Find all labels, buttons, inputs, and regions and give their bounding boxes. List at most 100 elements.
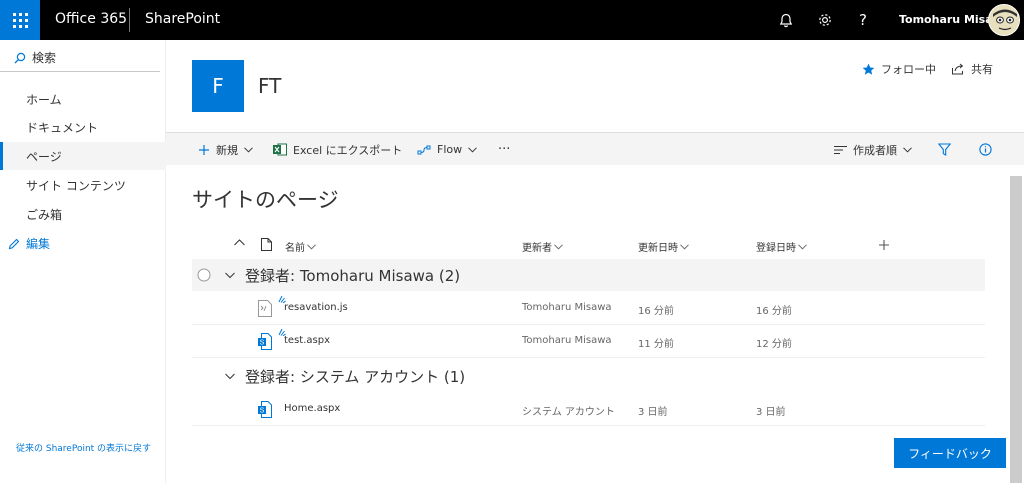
chevron-down-icon[interactable] [225, 373, 235, 380]
export-excel-button[interactable]: Excel にエクスポート [273, 133, 402, 166]
file-name-link[interactable]: Home.aspx [284, 403, 340, 414]
file-name-link[interactable]: resavation.js [284, 302, 348, 313]
settings-button[interactable] [815, 10, 835, 30]
name-column-header[interactable]: 名前 [285, 239, 316, 254]
excel-icon [273, 143, 287, 156]
chevron-down-icon [468, 146, 477, 153]
command-bar: 新規 Excel にエクスポート Flow ··· 作成者順 [166, 132, 1024, 165]
group-header[interactable]: 登録者: システム アカウント (1) [192, 360, 985, 392]
nav-item-label: ごみ箱 [26, 207, 63, 222]
modified-by-column-label: 更新者 [522, 243, 552, 254]
svg-text:S: S [260, 408, 265, 415]
suite-bar: Office 365 SharePoint ? Tomoharu Misawa [0, 0, 1024, 40]
sort-button[interactable]: 作成者順 [834, 133, 912, 166]
question-icon: ? [859, 11, 867, 29]
site-logo-letter: F [212, 74, 224, 98]
vertical-scrollbar[interactable] [1010, 176, 1022, 483]
modified-column-label: 更新日時 [638, 243, 678, 254]
chevron-up-icon [234, 239, 245, 246]
created-cell: 16 分前 [756, 306, 792, 317]
table-row[interactable]: resavation.js Tomoharu Misawa 16 分前 16 分… [192, 292, 985, 325]
new-button[interactable]: 新規 [198, 133, 253, 166]
collapse-all-button[interactable] [232, 239, 245, 246]
gear-icon [819, 14, 831, 26]
modified-by-cell[interactable]: Tomoharu Misawa [522, 335, 612, 346]
info-button[interactable] [979, 133, 998, 166]
group-header[interactable]: 登録者: Tomoharu Misawa (2) [192, 259, 985, 291]
search-input[interactable]: 検索 [0, 44, 160, 72]
edit-nav-link[interactable]: 編集 [8, 235, 50, 252]
site-logo[interactable]: F [192, 60, 244, 112]
flow-button[interactable]: Flow [417, 133, 477, 166]
notifications-button[interactable] [776, 10, 796, 30]
modified-column-header[interactable]: 更新日時 [638, 239, 689, 254]
sort-label: 作成者順 [853, 143, 897, 157]
modified-cell: 16 分前 [638, 306, 674, 317]
bell-icon [779, 13, 793, 27]
created-cell: 12 分前 [756, 339, 792, 350]
select-group-checkbox[interactable] [197, 268, 211, 282]
document-icon [261, 238, 272, 251]
nav-item-documents[interactable]: ドキュメント [0, 113, 166, 141]
site-title[interactable]: FT [258, 74, 281, 98]
table-row[interactable]: S Home.aspx システム アカウント 3 日前 3 日前 [192, 393, 985, 426]
return-to-classic-link[interactable]: 従来の SharePoint の表示に戻す [16, 444, 156, 455]
chevron-down-icon[interactable] [225, 272, 235, 279]
search-placeholder: 検索 [32, 51, 57, 65]
name-column-label: 名前 [285, 243, 305, 254]
plus-icon [879, 240, 889, 250]
svg-text:S: S [260, 340, 265, 347]
nav-item-label: ページ [26, 149, 62, 164]
code-file-icon [258, 300, 272, 317]
group-label: 登録者: システム アカウント (1) [245, 367, 466, 386]
app-launcher-button[interactable] [0, 0, 40, 40]
pencil-icon [8, 238, 20, 249]
filter-button[interactable] [938, 133, 957, 166]
info-icon [979, 143, 992, 156]
nav-item-recycle-bin[interactable]: ごみ箱 [0, 200, 166, 228]
created-cell: 3 日前 [756, 407, 786, 418]
help-button[interactable]: ? [853, 10, 873, 30]
follow-button[interactable]: フォロー中 [862, 61, 936, 77]
sharepoint-link[interactable]: SharePoint [145, 11, 220, 27]
share-icon [952, 63, 964, 75]
export-label: Excel にエクスポート [293, 143, 403, 157]
more-icon: ··· [498, 142, 511, 157]
star-icon [862, 63, 875, 75]
nav-item-label: ホーム [26, 92, 62, 107]
flow-icon [417, 145, 431, 154]
feedback-button[interactable]: フィードバック [894, 438, 1006, 468]
modified-by-cell[interactable]: Tomoharu Misawa [522, 302, 612, 313]
add-column-button[interactable] [876, 239, 890, 251]
share-button[interactable]: 共有 [951, 61, 993, 77]
share-label: 共有 [971, 63, 993, 76]
sharepoint-page-icon: S [258, 333, 272, 350]
flow-label: Flow [437, 143, 463, 156]
plus-icon [199, 144, 209, 155]
left-nav: 検索 ホーム ドキュメント ページ サイト コンテンツ ごみ箱 編集 従来の S… [0, 40, 166, 483]
chevron-down-icon [244, 146, 253, 153]
chevron-down-icon [798, 243, 807, 250]
chevron-down-icon [307, 243, 316, 250]
avatar[interactable] [988, 4, 1020, 36]
table-row[interactable]: S test.aspx Tomoharu Misawa 11 分前 12 分前 [192, 325, 985, 358]
created-column-header[interactable]: 登録日時 [756, 239, 807, 254]
file-type-column-header[interactable] [259, 238, 272, 251]
nav-item-label: サイト コンテンツ [26, 178, 126, 193]
modified-cell: 11 分前 [638, 339, 674, 350]
file-name-link[interactable]: test.aspx [284, 335, 330, 346]
nav-item-site-contents[interactable]: サイト コンテンツ [0, 171, 166, 199]
search-icon [14, 52, 26, 63]
nav-item-label: ドキュメント [26, 120, 99, 135]
avatar-face-icon [989, 5, 1019, 35]
chevron-down-icon [680, 243, 689, 250]
group-label: 登録者: Tomoharu Misawa (2) [245, 266, 461, 285]
office-365-link[interactable]: Office 365 [55, 11, 127, 27]
page-title: サイトのページ [192, 188, 339, 212]
nav-item-home[interactable]: ホーム [0, 85, 166, 113]
modified-by-cell[interactable]: システム アカウント [522, 403, 615, 418]
more-button[interactable]: ··· [498, 133, 510, 166]
nav-item-pages[interactable]: ページ [0, 142, 166, 170]
chevron-down-icon [903, 146, 912, 153]
modified-by-column-header[interactable]: 更新者 [522, 239, 563, 254]
